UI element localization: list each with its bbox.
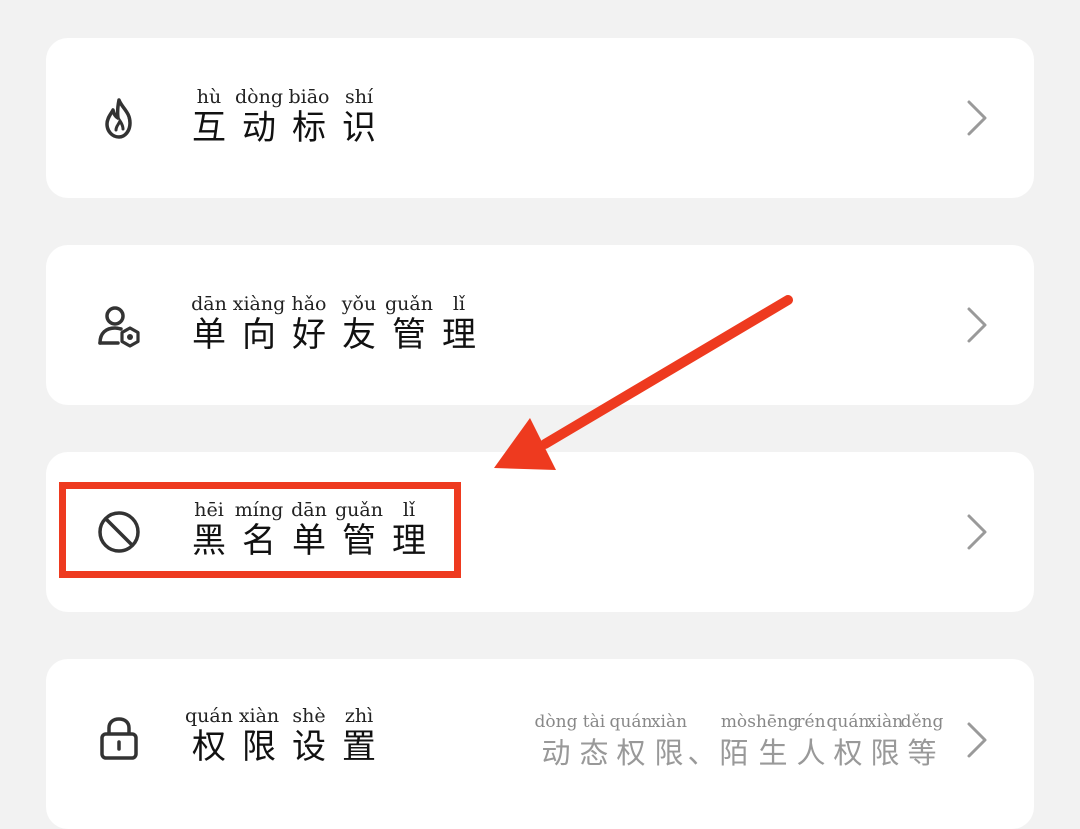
hanzi: 标	[292, 108, 326, 148]
pinyin: dān	[191, 293, 227, 315]
hanzi: 态	[579, 736, 609, 770]
pinyin: shēng	[747, 712, 799, 732]
pinyin: xiàn	[650, 712, 688, 732]
hanzi: 向	[242, 315, 276, 355]
item-label: hù 互 dòng 动 biāo 标 shí 识	[184, 86, 384, 148]
pinyin: xiàn	[238, 705, 280, 727]
pinyin: quán	[185, 705, 233, 727]
pinyin: dòng	[234, 86, 283, 108]
chevron-right-icon	[966, 99, 988, 137]
hanzi: 友	[342, 315, 376, 355]
pinyin: rén	[796, 712, 826, 732]
pinyin: lǐ	[452, 293, 466, 315]
settings-item-one-way-friends[interactable]: dān 单 xiàng 向 hǎo 好 yǒu 友 guǎn 管 lǐ 理	[46, 245, 1034, 405]
settings-item-interaction-badge[interactable]: hù 互 dòng 动 biāo 标 shí 识	[46, 38, 1034, 198]
pinyin: xiàng	[232, 293, 286, 315]
pinyin: yǒu	[341, 293, 377, 315]
item-label: dān 单 xiàng 向 hǎo 好 yǒu 友 guǎn 管 lǐ 理	[184, 293, 484, 355]
chevron-right-icon	[966, 306, 988, 344]
pinyin: xiàn	[866, 712, 904, 732]
settings-item-permissions[interactable]: quán 权 xiàn 限 shè 设 zhì 置 dòng 动 tài 态 quán 权 x…	[46, 659, 1034, 829]
user-shield-icon	[96, 303, 142, 349]
chevron-right-icon	[966, 513, 988, 551]
chevron-right-icon	[966, 721, 988, 759]
pinyin: quán	[609, 712, 653, 732]
hanzi: 权	[616, 736, 646, 770]
hanzi: 识	[342, 108, 376, 148]
hanzi: 管	[392, 315, 426, 355]
pinyin: hǎo	[291, 293, 327, 315]
pinyin: zhì	[344, 705, 374, 727]
item-subtitle: dòng 动 tài 态 quán 权 xiàn 限 、 mò 陌 shēng 生 rén 人…	[534, 711, 944, 773]
hanzi: 人	[796, 736, 826, 770]
hanzi: 限	[870, 736, 900, 770]
pinyin: tài	[582, 712, 606, 732]
hanzi: 动	[541, 736, 571, 770]
lock-icon	[96, 715, 142, 761]
hanzi: 、	[687, 736, 717, 770]
hanzi: 单	[192, 315, 226, 355]
pinyin: quán	[826, 712, 870, 732]
pinyin: shè	[292, 705, 326, 727]
hanzi: 生	[758, 736, 788, 770]
pinyin: mò	[720, 712, 748, 732]
hanzi: 等	[907, 736, 937, 770]
hanzi: 权	[192, 727, 226, 767]
hanzi: 限	[654, 736, 684, 770]
pinyin: biāo	[288, 86, 330, 108]
pinyin: dòng	[534, 712, 578, 732]
hanzi: 设	[292, 727, 326, 767]
hanzi: 好	[292, 315, 326, 355]
hanzi: 权	[833, 736, 863, 770]
pinyin: děng	[900, 712, 944, 732]
hanzi: 互	[192, 108, 226, 148]
pinyin: hù	[196, 86, 222, 108]
hanzi: 陌	[719, 736, 749, 770]
highlight-box	[59, 482, 461, 578]
hanzi: 理	[442, 315, 476, 355]
pinyin: shí	[344, 86, 374, 108]
hanzi: 限	[242, 727, 276, 767]
item-label: quán 权 xiàn 限 shè 设 zhì 置	[184, 705, 384, 767]
hanzi: 置	[342, 727, 376, 767]
pinyin: guǎn	[385, 293, 433, 315]
hanzi: 动	[242, 108, 276, 148]
flame-icon	[96, 96, 142, 142]
